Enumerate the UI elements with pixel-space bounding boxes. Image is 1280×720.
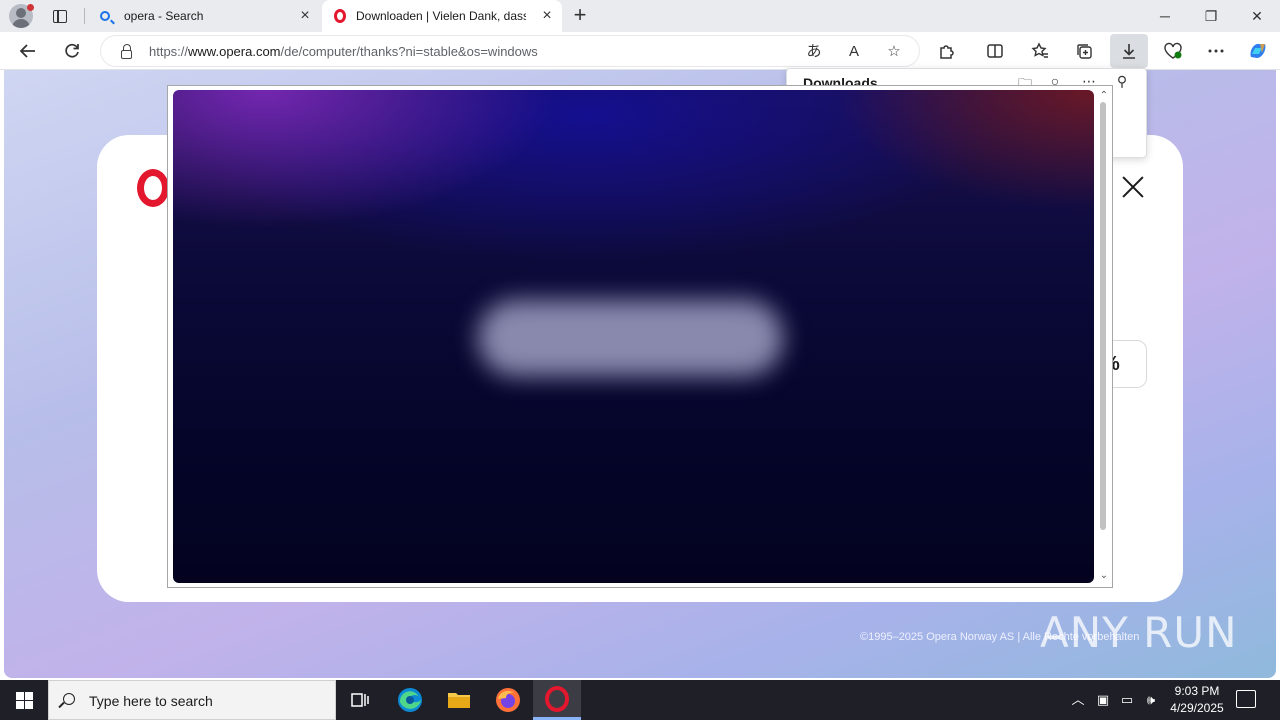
notification-center-icon[interactable]: [1236, 690, 1256, 708]
blurred-banner: [478, 300, 783, 376]
tab-close-icon[interactable]: ×: [298, 8, 312, 24]
tab-label: opera - Search: [124, 9, 204, 23]
opera-logo-icon: [137, 169, 169, 207]
minimize-button[interactable]: ─: [1142, 0, 1188, 32]
tab-close-icon[interactable]: ×: [540, 8, 554, 24]
split-screen-icon: [987, 44, 1003, 58]
tab-search[interactable]: opera - Search ×: [86, 0, 320, 32]
refresh-icon: [65, 43, 79, 58]
firefox-icon: [496, 688, 520, 712]
downloads-button[interactable]: [1110, 34, 1148, 68]
taskbar-search-placeholder: Type here to search: [89, 693, 213, 709]
taskbar-firefox[interactable]: [484, 680, 532, 720]
tab-label: Downloaden | Vielen Dank, dass Sie: [356, 9, 526, 23]
scrollbar-thumb[interactable]: [1100, 102, 1106, 530]
tab-separator: [84, 8, 85, 24]
extensions-button[interactable]: [932, 36, 962, 66]
refresh-button[interactable]: [57, 36, 87, 66]
address-bar[interactable]: https://www.opera.com/de/computer/thanks…: [100, 35, 920, 67]
close-window-button[interactable]: ✕: [1234, 0, 1280, 32]
collections-button[interactable]: [1069, 36, 1099, 66]
restore-button[interactable]: ❐: [1188, 0, 1234, 32]
favorites-star-list-icon: [1031, 42, 1048, 58]
start-button[interactable]: [0, 680, 48, 720]
copilot-button[interactable]: [1243, 36, 1273, 66]
task-view-button[interactable]: [336, 680, 384, 720]
taskbar-file-explorer[interactable]: [435, 680, 483, 720]
tab-opera-download[interactable]: Downloaden | Vielen Dank, dass Sie ×: [322, 0, 562, 32]
pin-icon[interactable]: ⚲: [1112, 73, 1132, 93]
favorite-star-icon[interactable]: ☆: [883, 41, 905, 63]
split-screen-button[interactable]: [980, 36, 1010, 66]
taskbar-edge[interactable]: [386, 680, 434, 720]
translate-icon[interactable]: あ: [803, 41, 825, 63]
windows-taskbar: Type here to search ︿ ▣ ▭ 🕪 9:03 PM 4/29…: [0, 680, 1280, 720]
close-icon[interactable]: [1119, 173, 1147, 201]
search-icon: [63, 693, 75, 705]
back-arrow-icon: [19, 44, 35, 58]
taskbar-clock[interactable]: 9:03 PM 4/29/2025: [1164, 683, 1230, 717]
windows-logo-icon: [16, 692, 24, 700]
settings-more-button[interactable]: [1201, 36, 1231, 66]
show-hidden-icons-chevron-icon[interactable]: ︿: [1068, 690, 1088, 710]
scroll-down-arrow-icon[interactable]: ⌄: [1097, 570, 1111, 582]
network-icon[interactable]: ▭: [1117, 690, 1137, 710]
blurred-video-content[interactable]: [173, 90, 1094, 583]
more-dots-icon: [1208, 49, 1224, 53]
url-text[interactable]: https://www.opera.com/de/computer/thanks…: [149, 44, 538, 59]
puzzle-icon: [940, 45, 954, 59]
taskbar-opera[interactable]: [533, 680, 581, 720]
edge-icon: [398, 688, 422, 712]
folder-icon: [448, 693, 470, 708]
task-view-icon: [351, 693, 369, 707]
favorites-button[interactable]: [1025, 36, 1055, 66]
browser-essentials-button[interactable]: [1158, 36, 1188, 66]
search-icon: [100, 11, 110, 21]
scroll-up-arrow-icon[interactable]: ⌃: [1097, 90, 1111, 102]
tab-strip: opera - Search × Downloaden | Vielen Dan…: [0, 0, 1280, 32]
new-tab-button[interactable]: +: [568, 4, 592, 28]
opera-icon: [334, 9, 346, 23]
back-button[interactable]: [13, 36, 43, 66]
profile-notification-dot: [27, 4, 34, 11]
lock-icon[interactable]: [121, 44, 132, 59]
opera-icon: [545, 685, 569, 712]
taskbar-search-box[interactable]: Type here to search: [48, 680, 336, 720]
download-icon: [1123, 44, 1135, 59]
heart-pulse-icon: [1164, 42, 1182, 59]
collections-icon: [1077, 44, 1092, 59]
device-icon[interactable]: ▣: [1093, 690, 1113, 710]
copilot-icon: [1250, 43, 1266, 58]
video-overlay-window: ⌃ ⌄: [167, 85, 1113, 588]
read-aloud-icon[interactable]: A: [843, 41, 865, 63]
browser-toolbar: https://www.opera.com/de/computer/thanks…: [0, 32, 1280, 70]
volume-icon[interactable]: 🕪: [1141, 690, 1161, 710]
overlay-scrollbar[interactable]: ⌃ ⌄: [1097, 90, 1111, 583]
clock-date: 4/29/2025: [1170, 701, 1224, 715]
clock-time: 9:03 PM: [1174, 684, 1220, 698]
anyrun-watermark: ANY RUN: [1040, 608, 1238, 657]
tab-actions-menu-icon[interactable]: [48, 6, 72, 26]
